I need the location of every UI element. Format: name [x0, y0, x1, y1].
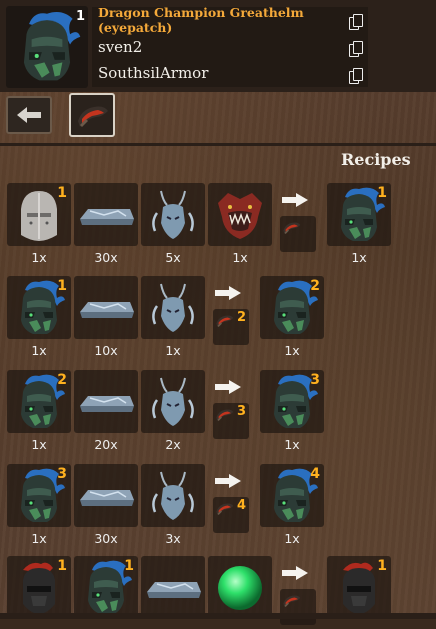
ingredient-quantity: 5x	[165, 250, 181, 265]
green-orb-icon	[218, 566, 262, 610]
ingredient-count: 1	[57, 185, 67, 201]
result-count: 3	[310, 372, 320, 388]
ingredient-slot[interactable]	[74, 370, 138, 433]
dragon-claws-icon	[152, 471, 194, 520]
ingredient-quantity: 30x	[94, 531, 118, 546]
crafting-station-slot[interactable]: 4	[213, 497, 249, 533]
ingredient-slot[interactable]: 3	[7, 464, 71, 527]
ingredient-slot[interactable]	[141, 183, 205, 246]
item-mod-name: SouthsilArmor	[98, 64, 209, 82]
ingredient-quantity: 1x	[31, 437, 47, 452]
ingredient-quantity: 1x	[31, 531, 47, 546]
station-level: 2	[236, 310, 246, 325]
ingredient-slot[interactable]: 1	[7, 276, 71, 339]
ingredient-quantity: 20x	[94, 437, 118, 452]
result-arrow-icon	[280, 565, 310, 585]
forge-hammer-icon	[283, 222, 301, 234]
dragon-claws-icon	[152, 190, 194, 239]
result-count: 4	[310, 466, 320, 482]
ingredient-slot[interactable]	[141, 464, 205, 527]
crafting-station-slot[interactable]	[280, 589, 316, 625]
dragon-claws-icon	[152, 283, 194, 332]
ingredient-quantity: 3x	[165, 531, 181, 546]
metal-bar-icon	[80, 490, 134, 506]
metal-bar-icon	[80, 396, 134, 412]
result-slot[interactable]: 2	[260, 276, 324, 339]
item-owner: sven2	[98, 38, 143, 56]
result-arrow-icon	[213, 285, 243, 305]
dragon-claws-icon	[152, 377, 194, 426]
station-level: 3	[236, 404, 246, 419]
back-button[interactable]	[6, 96, 52, 134]
back-arrow-icon	[17, 107, 41, 123]
ingredient-quantity: 30x	[94, 250, 118, 265]
result-quantity: 1x	[284, 437, 300, 452]
ingredient-slot[interactable]	[208, 183, 272, 246]
ingredient-quantity: 1x	[31, 250, 47, 265]
result-quantity: 1x	[284, 531, 300, 546]
copy-icon[interactable]	[349, 41, 363, 57]
item-name: Dragon Champion Greathelm (eyepatch)	[98, 5, 304, 35]
result-count: 1	[377, 558, 387, 574]
result-quantity: 1x	[351, 250, 367, 265]
result-slot[interactable]: 1	[327, 556, 391, 619]
forge-hammer-icon	[78, 106, 108, 127]
crafting-station-slot[interactable]: 2	[213, 309, 249, 345]
ingredient-slot[interactable]: 2	[7, 370, 71, 433]
copy-icon[interactable]	[349, 14, 363, 30]
result-arrow-icon	[213, 379, 243, 399]
ingredient-quantity: 2x	[165, 437, 181, 452]
result-slot[interactable]: 4	[260, 464, 324, 527]
crafting-station-slot[interactable]: 3	[213, 403, 249, 439]
dragon-head-icon	[218, 193, 262, 239]
ingredient-quantity: 1x	[31, 343, 47, 358]
section-divider	[0, 143, 436, 146]
ingredient-slot[interactable]: 1	[7, 183, 71, 246]
metal-bar-icon	[80, 209, 134, 225]
result-arrow-icon	[280, 192, 310, 212]
ingredient-slot[interactable]	[141, 370, 205, 433]
bottom-edge	[0, 613, 436, 619]
result-count: 1	[377, 185, 387, 201]
result-quantity: 1x	[284, 343, 300, 358]
metal-bar-icon	[80, 302, 134, 318]
item-header: 1 Dragon Champion Greathelm (eyepatch) s…	[0, 0, 436, 92]
result-count: 2	[310, 278, 320, 294]
station-level: 4	[236, 498, 246, 513]
result-arrow-icon	[213, 473, 243, 493]
ingredient-count: 1	[124, 558, 134, 574]
item-info-panel: Dragon Champion Greathelm (eyepatch) sve…	[92, 5, 368, 87]
ingredient-quantity: 1x	[232, 250, 248, 265]
ingredient-slot[interactable]	[74, 464, 138, 527]
ingredient-quantity: 10x	[94, 343, 118, 358]
item-count: 1	[76, 9, 86, 24]
ingredient-count: 3	[57, 466, 67, 482]
result-slot[interactable]: 3	[260, 370, 324, 433]
ingredient-slot[interactable]	[74, 183, 138, 246]
ingredient-slot[interactable]	[141, 276, 205, 339]
copy-icon[interactable]	[349, 68, 363, 84]
ingredient-slot[interactable]	[74, 276, 138, 339]
ingredient-slot[interactable]	[141, 556, 205, 619]
recipes-heading: Recipes	[341, 150, 411, 169]
crafting-station-slot[interactable]	[280, 216, 316, 252]
ingredient-slot[interactable]	[208, 556, 272, 619]
result-slot[interactable]: 1	[327, 183, 391, 246]
ingredient-slot[interactable]: 1	[74, 556, 138, 619]
ingredient-slot[interactable]: 1	[7, 556, 71, 619]
crafting-station-button[interactable]	[69, 93, 115, 137]
ingredient-quantity: 1x	[165, 343, 181, 358]
ingredient-count: 1	[57, 558, 67, 574]
ingredient-count: 1	[57, 278, 67, 294]
metal-bar-icon	[147, 582, 201, 598]
forge-hammer-icon	[283, 595, 301, 607]
ingredient-count: 2	[57, 372, 67, 388]
